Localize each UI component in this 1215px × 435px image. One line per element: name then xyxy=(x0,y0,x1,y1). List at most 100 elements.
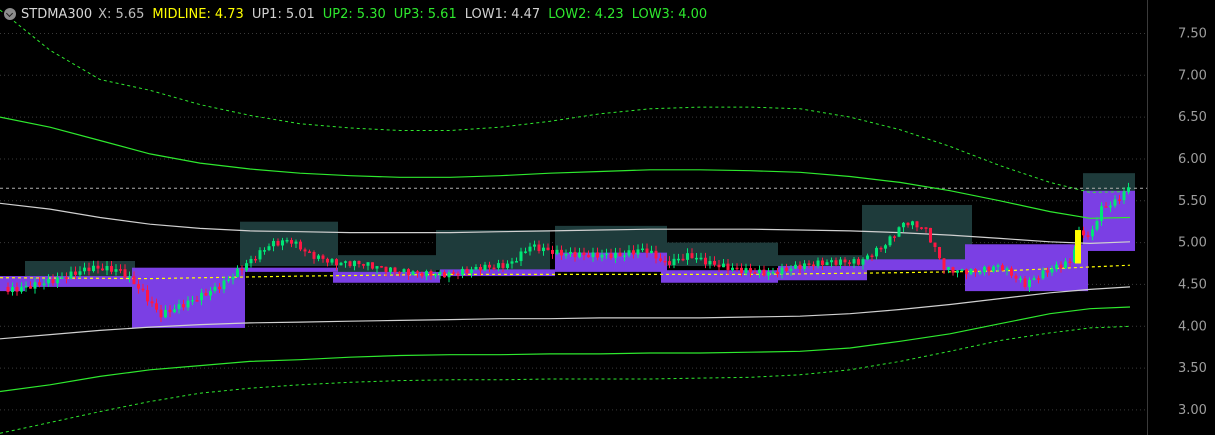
y-tick-label: 5.00 xyxy=(1178,236,1207,251)
candle-body xyxy=(159,309,163,318)
candle-body xyxy=(1032,278,1036,280)
candle-body xyxy=(380,266,383,268)
y-tick-label: 6.50 xyxy=(1178,110,1207,125)
candle-body xyxy=(110,266,113,272)
candle-body xyxy=(785,267,788,271)
candle-body xyxy=(24,286,28,288)
candle-body xyxy=(371,262,374,269)
candle-body xyxy=(735,267,739,270)
candle-body xyxy=(821,260,824,266)
candle-body xyxy=(515,261,518,263)
candle-body xyxy=(398,271,401,274)
candle-body xyxy=(758,269,761,273)
candle-body xyxy=(348,261,352,267)
chart-window: STDMA300 X: 5.65 MIDLINE: 4.73 UP1: 5.01 UP2: 5… xyxy=(0,0,1215,435)
candle-body xyxy=(240,268,244,271)
candle-body xyxy=(672,258,676,265)
candle-body xyxy=(474,266,478,270)
candle-body xyxy=(47,279,50,284)
candle-body xyxy=(776,271,779,275)
candle-body xyxy=(929,227,932,243)
candle-body xyxy=(447,272,451,278)
candle-body xyxy=(236,268,239,278)
legend-value: 5.61 xyxy=(427,6,457,22)
candle-body xyxy=(276,240,280,246)
candle-body xyxy=(771,271,775,274)
candle-body xyxy=(195,300,199,302)
candle-body xyxy=(933,242,937,248)
candle-body xyxy=(1023,278,1027,288)
candle-body xyxy=(780,267,784,275)
candle-body xyxy=(128,276,131,278)
legend-label: UP1: xyxy=(251,6,282,22)
purple-zone-box xyxy=(862,259,972,271)
legend-items: X: 5.65 MIDLINE: 4.73 UP1: 5.01 UP2: 5.30 UP3: 5.… xyxy=(98,7,715,22)
candle-body xyxy=(965,269,968,275)
candle-body xyxy=(299,241,302,250)
candle-body xyxy=(83,267,86,272)
candle-body xyxy=(227,279,230,282)
candle-body xyxy=(695,257,698,260)
candle-body xyxy=(438,272,442,275)
candle-body xyxy=(537,244,541,252)
candle-body xyxy=(681,258,685,261)
candle-body xyxy=(168,309,172,313)
candle-body xyxy=(87,267,91,272)
candle-body xyxy=(596,252,599,258)
legend-value: 4.23 xyxy=(594,6,624,22)
candle-body xyxy=(857,259,860,265)
candle-body xyxy=(267,246,271,251)
candle-body xyxy=(690,253,694,259)
candle-body xyxy=(150,301,154,304)
candle-body xyxy=(947,267,950,270)
candle-body xyxy=(915,221,919,228)
candle-body xyxy=(555,249,559,254)
candle-body xyxy=(812,264,815,267)
candle-body xyxy=(1019,278,1022,280)
teal-zone-box xyxy=(436,230,550,271)
candle-body xyxy=(1082,230,1085,236)
candle-body xyxy=(803,263,806,269)
legend-value: 5.30 xyxy=(356,6,386,22)
candle-body xyxy=(1095,221,1099,230)
candle-body xyxy=(465,268,469,274)
candle-body xyxy=(816,260,820,267)
candle-body xyxy=(848,262,851,264)
candle-body xyxy=(51,279,55,284)
candle-body xyxy=(461,268,464,275)
candle-body xyxy=(290,240,293,244)
legend-value: 4.47 xyxy=(511,6,541,22)
candle-body xyxy=(893,236,896,238)
candle-body xyxy=(546,247,550,250)
candle-body xyxy=(510,261,514,264)
candle-body xyxy=(663,260,667,263)
candle-body xyxy=(245,263,248,271)
candle-body xyxy=(114,269,118,272)
y-tick-label: 7.00 xyxy=(1178,68,1207,83)
candle-body xyxy=(740,267,743,273)
candle-body xyxy=(1118,199,1121,201)
collapse-icon[interactable] xyxy=(4,8,16,20)
legend-label: MIDLINE: xyxy=(152,6,211,22)
price-chart[interactable]: 7.50 7.00 6.50 6.00 5.50 5.00 4.50 4.00 3.50 3.00 xyxy=(0,0,1215,435)
candle-body xyxy=(753,272,757,274)
candle-body xyxy=(1041,270,1045,279)
candle-body xyxy=(1109,205,1112,208)
candle-body xyxy=(11,287,14,292)
teal-zone-box xyxy=(667,242,778,267)
candle-body xyxy=(875,247,878,257)
candle-body xyxy=(722,263,725,268)
candle-body xyxy=(177,304,181,310)
candle-body xyxy=(974,269,977,273)
candle-body xyxy=(996,265,1000,267)
candle-body xyxy=(303,249,307,252)
candle-body xyxy=(402,269,406,273)
candle-body xyxy=(33,282,37,289)
candle-body xyxy=(339,262,343,266)
candle-body xyxy=(362,264,365,266)
candle-body xyxy=(587,255,590,258)
candle-body xyxy=(69,271,73,279)
candle-body xyxy=(191,300,194,302)
legend-value: 4.00 xyxy=(678,6,708,22)
candle-body xyxy=(825,262,829,266)
